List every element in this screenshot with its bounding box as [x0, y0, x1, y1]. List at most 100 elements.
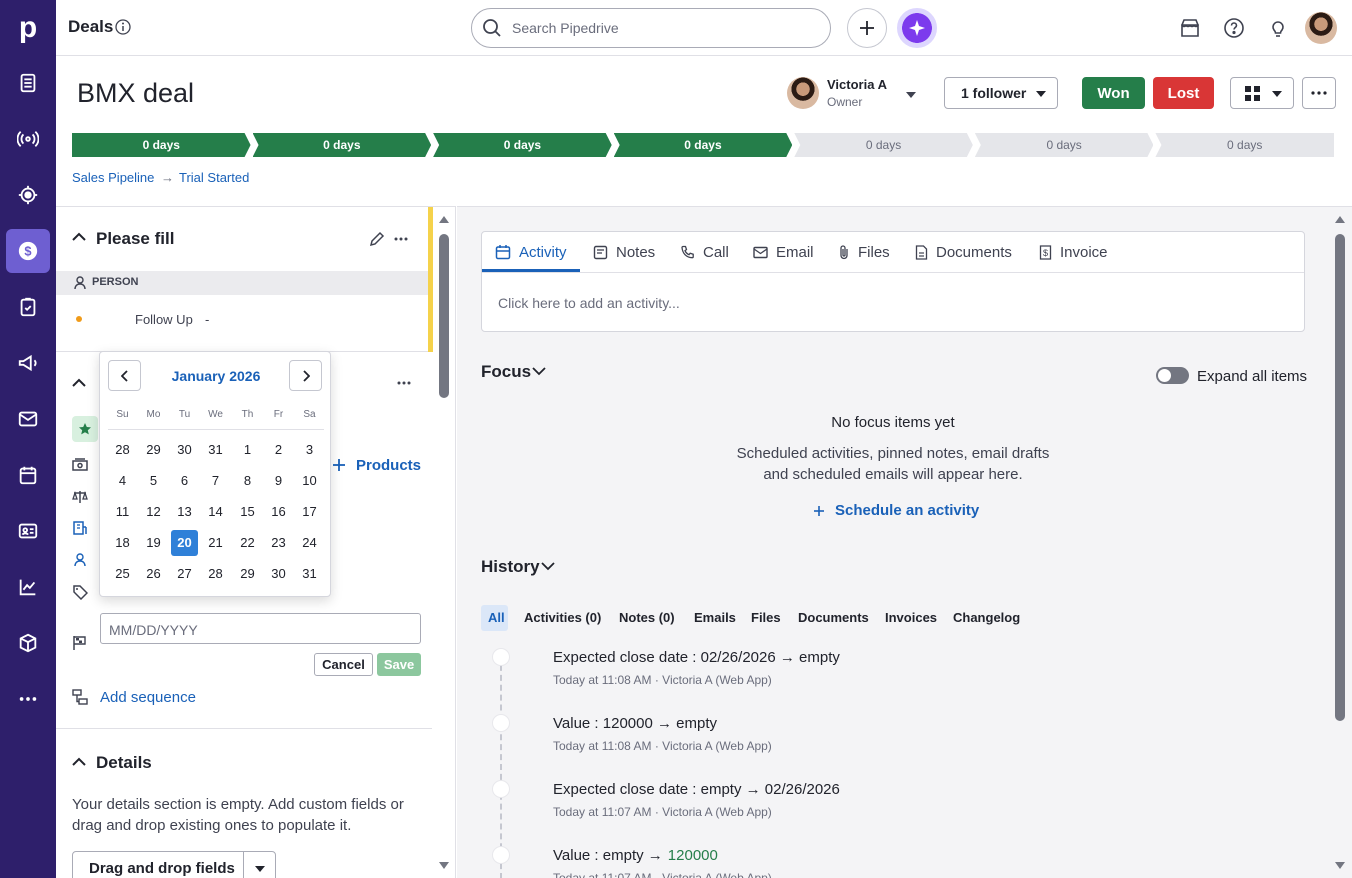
- calendar-day[interactable]: 6: [171, 468, 198, 494]
- target-icon[interactable]: [6, 173, 50, 217]
- calendar-day[interactable]: 28: [109, 437, 136, 463]
- tab-files[interactable]: Files: [838, 232, 890, 272]
- breadcrumb-stage[interactable]: Trial Started: [179, 170, 249, 185]
- calendar-day[interactable]: 24: [296, 530, 323, 556]
- calendar-day[interactable]: 15: [234, 499, 261, 525]
- history-tab[interactable]: Changelog: [953, 610, 1020, 625]
- more-actions-button[interactable]: [1302, 77, 1336, 109]
- calendar-day[interactable]: 31: [296, 561, 323, 587]
- pipeline-stage[interactable]: 0 days: [72, 133, 251, 157]
- tab-email[interactable]: Email: [753, 232, 814, 272]
- pipeline-stage[interactable]: 0 days: [794, 133, 973, 157]
- calendar-day[interactable]: 16: [265, 499, 292, 525]
- history-tab[interactable]: Emails: [694, 610, 736, 625]
- deals-icon[interactable]: $: [6, 229, 50, 273]
- calendar-day[interactable]: 29: [234, 561, 261, 587]
- calendar-day[interactable]: 10: [296, 468, 323, 494]
- pipeline-stage[interactable]: 0 days: [1155, 133, 1334, 157]
- more-icon[interactable]: [6, 677, 50, 721]
- calendar-day[interactable]: 7: [202, 468, 229, 494]
- deal-title[interactable]: BMX deal: [77, 78, 194, 109]
- scroll-down-arrow-icon[interactable]: [438, 861, 450, 871]
- calendar-day[interactable]: 18: [109, 530, 136, 556]
- calendar-day[interactable]: 21: [202, 530, 229, 556]
- calendar-day[interactable]: 11: [109, 499, 136, 525]
- scroll-down-arrow-icon[interactable]: [1334, 861, 1346, 871]
- calendar-day[interactable]: 30: [265, 561, 292, 587]
- plus-icon[interactable]: [332, 458, 346, 472]
- mail-icon[interactable]: [6, 397, 50, 441]
- history-tab[interactable]: All: [488, 610, 505, 625]
- insights-icon[interactable]: [6, 565, 50, 609]
- calendar-day[interactable]: 2: [265, 437, 292, 463]
- chevron-down-icon[interactable]: [541, 562, 555, 571]
- tab-documents[interactable]: Documents: [915, 232, 1012, 272]
- ai-assistant-button[interactable]: [897, 8, 937, 48]
- calendar-day[interactable]: 28: [202, 561, 229, 587]
- followers-button[interactable]: 1 follower: [944, 77, 1058, 109]
- history-title[interactable]: History: [481, 557, 540, 577]
- history-tab[interactable]: Invoices: [885, 610, 937, 625]
- breadcrumb-pipeline[interactable]: Sales Pipeline: [72, 170, 154, 185]
- calendar-day[interactable]: 22: [234, 530, 261, 556]
- save-button[interactable]: Save: [377, 653, 421, 676]
- calendar-day[interactable]: 17: [296, 499, 323, 525]
- calendar-day[interactable]: 19: [140, 530, 167, 556]
- calendar-day[interactable]: 31: [202, 437, 229, 463]
- more-horizontal-icon[interactable]: [394, 237, 408, 241]
- leads-icon[interactable]: [6, 61, 50, 105]
- calendar-day[interactable]: 29: [140, 437, 167, 463]
- user-avatar[interactable]: [1305, 12, 1337, 44]
- calendar-day[interactable]: 26: [140, 561, 167, 587]
- pipeline-stage[interactable]: 0 days: [253, 133, 432, 157]
- calendar-day[interactable]: 14: [202, 499, 229, 525]
- more-horizontal-icon[interactable]: [397, 381, 411, 385]
- chevron-up-icon[interactable]: [72, 378, 86, 388]
- calendar-icon[interactable]: [6, 453, 50, 497]
- pencil-icon[interactable]: [369, 231, 385, 247]
- tab-invoice[interactable]: $ Invoice: [1039, 232, 1108, 272]
- chevron-up-icon[interactable]: [72, 757, 86, 767]
- help-icon[interactable]: [1220, 14, 1248, 42]
- chevron-up-icon[interactable]: [72, 232, 86, 242]
- pipeline-stage[interactable]: 0 days: [975, 133, 1154, 157]
- quick-add-button[interactable]: [847, 8, 887, 48]
- calendar-day[interactable]: 9: [265, 468, 292, 494]
- lightbulb-icon[interactable]: [1264, 14, 1292, 42]
- calendar-day[interactable]: 25: [109, 561, 136, 587]
- calendar-day[interactable]: 23: [265, 530, 292, 556]
- schedule-activity-link[interactable]: Schedule an activity: [813, 502, 979, 519]
- chevron-down-icon[interactable]: [532, 367, 546, 376]
- close-date-input[interactable]: MM/DD/YYYY: [100, 613, 421, 644]
- calendar-day[interactable]: 5: [140, 468, 167, 494]
- history-tab[interactable]: Activities (0): [524, 610, 601, 625]
- history-tab[interactable]: Documents: [798, 610, 869, 625]
- calendar-day[interactable]: 3: [296, 437, 323, 463]
- won-button[interactable]: Won: [1082, 77, 1145, 109]
- pipeline-stage[interactable]: 0 days: [614, 133, 793, 157]
- calendar-day[interactable]: 1: [234, 437, 261, 463]
- scroll-up-arrow-icon[interactable]: [438, 214, 450, 224]
- owner-name[interactable]: Victoria A: [827, 77, 887, 92]
- calendar-day[interactable]: 13: [171, 499, 198, 525]
- tab-activity[interactable]: Activity: [495, 232, 567, 272]
- products-icon[interactable]: [6, 621, 50, 665]
- broadcast-icon[interactable]: [6, 117, 50, 161]
- add-sequence-link[interactable]: Add sequence: [100, 689, 196, 706]
- tab-call[interactable]: Call: [680, 232, 729, 272]
- tasks-icon[interactable]: [6, 285, 50, 329]
- info-icon[interactable]: [115, 19, 131, 35]
- calendar-day[interactable]: 30: [171, 437, 198, 463]
- activity-input[interactable]: Click here to add an activity...: [498, 295, 680, 311]
- right-scrollbar-thumb[interactable]: [1335, 234, 1345, 721]
- calendar-day[interactable]: 27: [171, 561, 198, 587]
- contacts-icon[interactable]: [6, 509, 50, 553]
- pipedrive-logo[interactable]: p: [0, 0, 56, 56]
- cancel-button[interactable]: Cancel: [314, 653, 373, 676]
- calendar-day[interactable]: 8: [234, 468, 261, 494]
- calendar-day[interactable]: 20: [171, 530, 198, 556]
- calendar-day[interactable]: 4: [109, 468, 136, 494]
- tab-notes[interactable]: Notes: [593, 232, 655, 272]
- owner-dropdown-icon[interactable]: [905, 90, 917, 100]
- history-tab[interactable]: Files: [751, 610, 781, 625]
